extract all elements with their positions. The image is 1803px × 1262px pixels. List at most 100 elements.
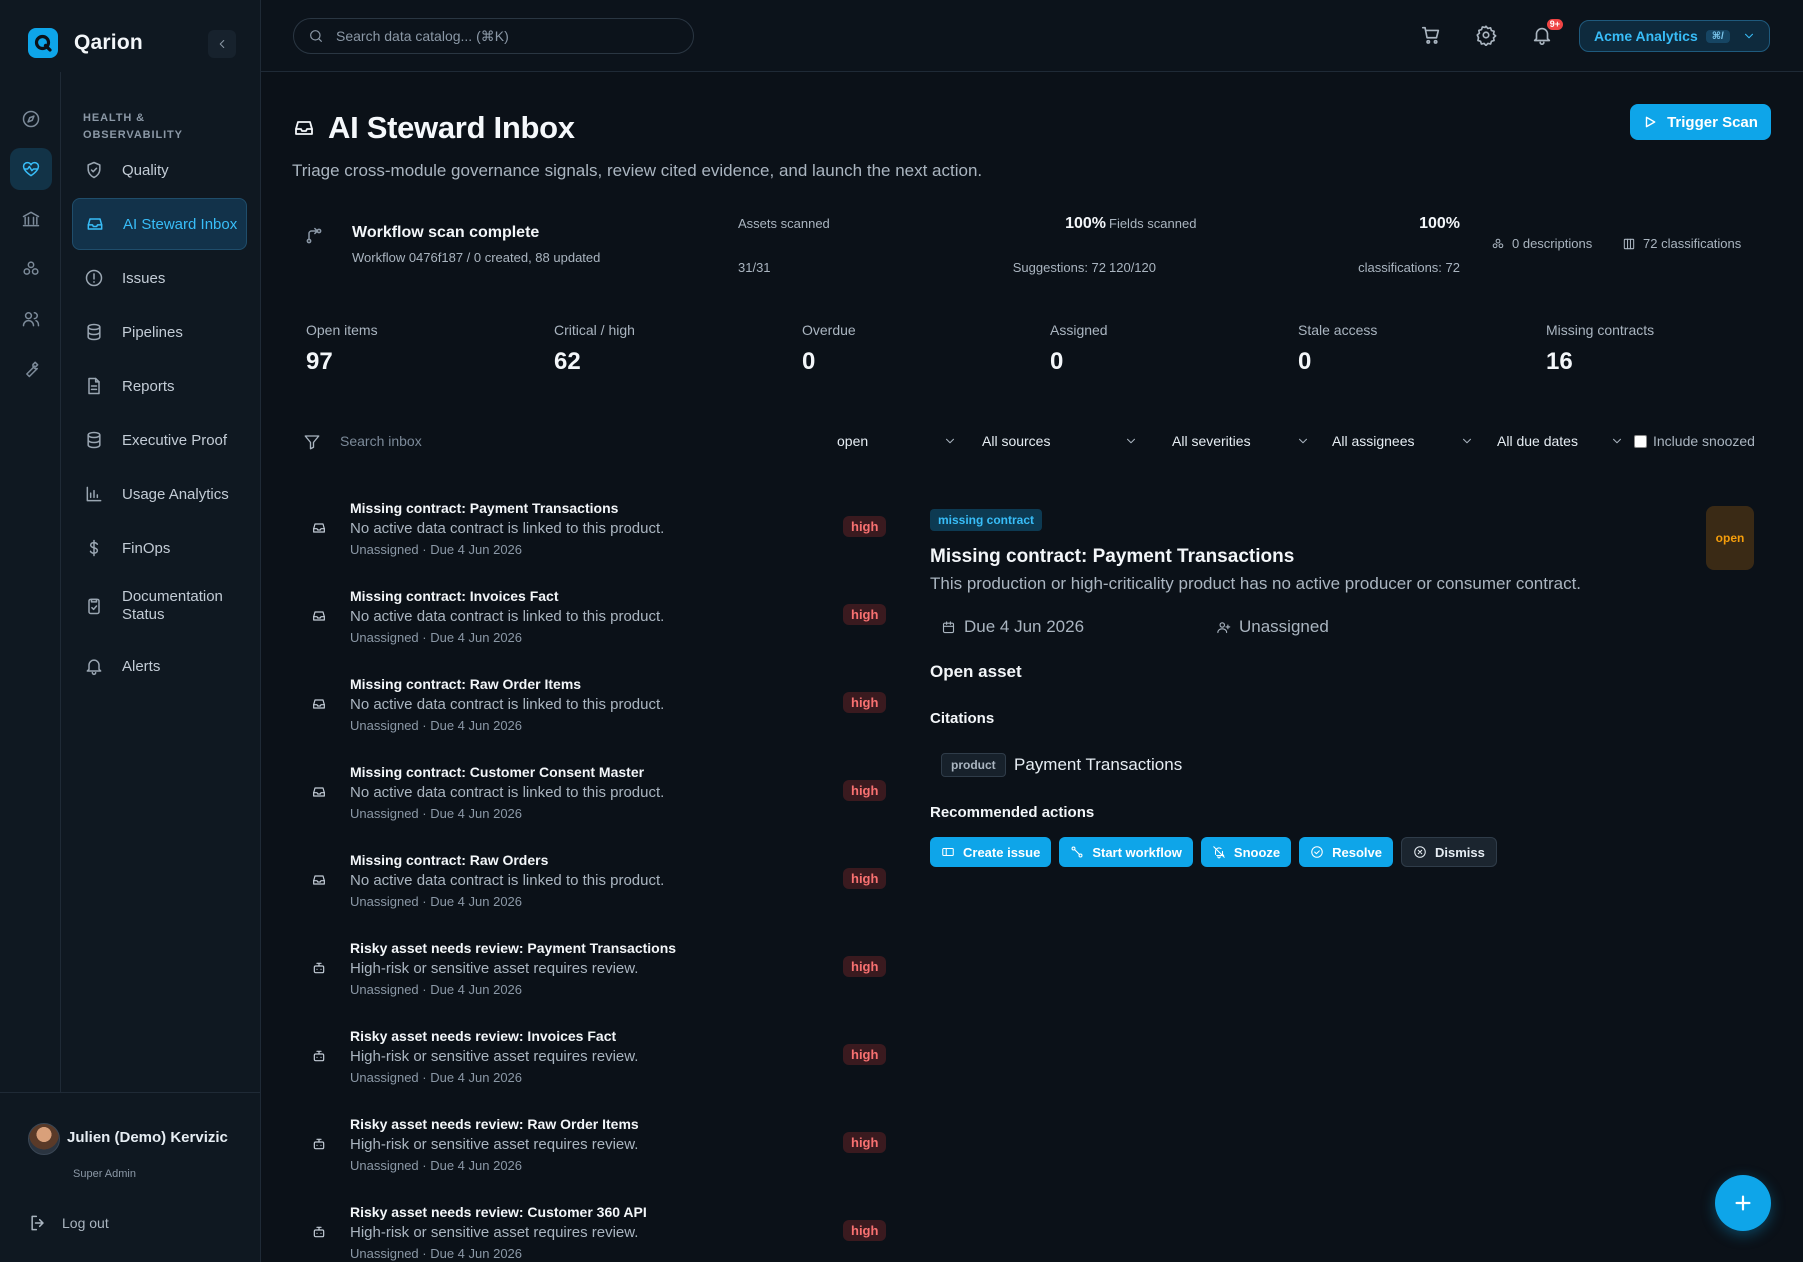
rail-people-button[interactable]: [10, 298, 52, 340]
filter-icon: [304, 435, 320, 450]
include-snoozed-checkbox[interactable]: [1634, 434, 1647, 448]
catalog-search-input[interactable]: Search data catalog... (⌘K): [293, 18, 694, 54]
inbox-search-input[interactable]: Search inbox: [340, 433, 422, 449]
sidebar-item-reports[interactable]: Reports: [72, 362, 247, 410]
status-badge[interactable]: open: [1706, 506, 1754, 570]
detail-description: This production or high-criticality prod…: [930, 574, 1582, 593]
citation-link[interactable]: Payment Transactions: [1014, 755, 1182, 775]
stat-label: Assigned: [1050, 322, 1108, 338]
robot-icon: [313, 1226, 325, 1238]
list-item[interactable]: Missing contract: Raw Order Items No act…: [292, 666, 892, 754]
item-meta: Unassigned · Due 4 Jun 2026: [350, 806, 523, 821]
sidebar-item-pipelines[interactable]: Pipelines: [72, 308, 247, 356]
robot-icon: [313, 962, 325, 974]
item-meta: Unassigned · Due 4 Jun 2026: [350, 1158, 523, 1173]
item-title: Missing contract: Raw Order Items: [350, 676, 582, 692]
list-item[interactable]: Missing contract: Raw Orders No active d…: [292, 842, 892, 930]
severity-badge: high: [843, 692, 887, 713]
grid-nodes-icon: [1492, 238, 1504, 248]
item-meta: Unassigned · Due 4 Jun 2026: [350, 1070, 523, 1085]
logout-button[interactable]: Log out: [28, 1213, 109, 1233]
sidebar-item-label: Issues: [122, 269, 166, 287]
sidebar-item-issues[interactable]: Issues: [72, 254, 247, 302]
item-description: No active data contract is linked to thi…: [350, 872, 665, 889]
status-select[interactable]: open: [837, 433, 957, 449]
bank-icon: [22, 211, 40, 227]
org-switcher[interactable]: Acme Analytics ⌘/: [1579, 20, 1770, 52]
sidebar-item-ai-steward-inbox[interactable]: AI Steward Inbox: [72, 198, 247, 250]
assignees-select[interactable]: All assignees: [1332, 433, 1474, 449]
citation-type-tag: product: [941, 753, 1006, 777]
collapse-sidebar-button[interactable]: [208, 30, 236, 58]
rail-governance-button[interactable]: [10, 198, 52, 240]
columns-icon: [1623, 238, 1635, 249]
include-snoozed-toggle[interactable]: Include snoozed: [1634, 433, 1755, 449]
rail-tools-button[interactable]: [10, 348, 52, 390]
create-issue-button[interactable]: Create issue: [930, 837, 1052, 867]
due-dates-select[interactable]: All due dates: [1497, 433, 1624, 449]
resolve-button[interactable]: Resolve: [1299, 837, 1394, 867]
page-header: AI Steward Inbox: [292, 110, 575, 146]
item-description: No active data contract is linked to thi…: [350, 696, 665, 713]
start-workflow-button[interactable]: Start workflow: [1059, 837, 1193, 867]
sidebar-item-alerts[interactable]: Alerts: [72, 642, 247, 690]
chevron-down-icon: [945, 438, 955, 444]
bell-icon: [86, 659, 102, 676]
assets-suggestions: Suggestions: 72: [1012, 260, 1106, 275]
item-title: Missing contract: Payment Transactions: [350, 500, 619, 516]
sidebar-item-documentation-status[interactable]: Documentation Status: [72, 578, 247, 634]
rail-discover-button[interactable]: [10, 98, 52, 140]
users-icon: [22, 312, 40, 327]
severities-select[interactable]: All severities: [1172, 433, 1310, 449]
stat-assigned: Assigned 0: [1050, 322, 1108, 376]
page-subtitle: Triage cross-module governance signals, …: [292, 161, 983, 180]
user-panel: Julien (Demo) Kervizic Super Admin Log o…: [0, 1092, 261, 1262]
brand[interactable]: Qarion: [28, 28, 143, 58]
descriptions-chip: 0 descriptions: [1491, 236, 1592, 251]
cart-button[interactable]: [1420, 24, 1444, 48]
trigger-scan-button[interactable]: Trigger Scan: [1630, 104, 1771, 140]
chevron-down-icon: [1126, 438, 1136, 444]
sidebar-item-finops[interactable]: FinOps: [72, 524, 247, 572]
sidebar: Qarion HEALTH & OBSERVABILITY Quality AI…: [0, 0, 261, 1262]
avatar[interactable]: [28, 1123, 60, 1155]
stat-label: Critical / high: [554, 322, 635, 338]
list-item[interactable]: Missing contract: Invoices Fact No activ…: [292, 578, 892, 666]
stat-value: 0: [1298, 348, 1312, 375]
notification-badge: 9+: [1546, 19, 1563, 30]
assignee[interactable]: Unassigned: [1216, 617, 1329, 637]
dismiss-button[interactable]: Dismiss: [1401, 837, 1497, 867]
fields-scanned-count: 120/120: [1109, 260, 1156, 275]
database-icon: [87, 323, 101, 341]
rail-health-button[interactable]: [10, 148, 52, 190]
list-item[interactable]: Risky asset needs review: Customer 360 A…: [292, 1194, 892, 1262]
list-item[interactable]: Risky asset needs review: Raw Order Item…: [292, 1106, 892, 1194]
section-label: HEALTH & OBSERVABILITY: [83, 112, 183, 141]
list-item[interactable]: Risky asset needs review: Invoices Fact …: [292, 1018, 892, 1106]
notifications-button[interactable]: 9+: [1531, 19, 1563, 48]
sidebar-item-quality[interactable]: Quality: [72, 146, 247, 194]
sidebar-item-executive-proof[interactable]: Executive Proof: [72, 416, 247, 464]
summary-stats: Open items 97 Critical / high 62 Overdue…: [306, 322, 1786, 382]
org-name: Acme Analytics: [1594, 28, 1698, 44]
sidebar-item-usage-analytics[interactable]: Usage Analytics: [72, 470, 247, 518]
sources-select[interactable]: All sources: [982, 433, 1138, 449]
user-plus-icon: [1217, 621, 1231, 633]
sidebar-item-label: Pipelines: [122, 323, 183, 341]
item-description: No active data contract is linked to thi…: [350, 608, 665, 625]
open-asset-link[interactable]: Open asset: [930, 662, 1022, 682]
stat-missing-contracts: Missing contracts 16: [1546, 322, 1654, 376]
settings-button[interactable]: [1475, 24, 1499, 48]
assets-scanned-count: 31/31: [738, 260, 771, 275]
item-title: Missing contract: Invoices Fact: [350, 588, 559, 604]
alert-circle-icon: [85, 269, 103, 287]
search-placeholder: Search data catalog... (⌘K): [336, 27, 509, 44]
list-item[interactable]: Risky asset needs review: Payment Transa…: [292, 930, 892, 1018]
rail-products-button[interactable]: [10, 248, 52, 290]
recommended-actions: Create issue Start workflow Snooze Resol…: [930, 837, 1497, 867]
list-item[interactable]: Missing contract: Customer Consent Maste…: [292, 754, 892, 842]
list-item[interactable]: Missing contract: Payment Transactions N…: [292, 490, 892, 578]
fab-add-button[interactable]: [1715, 1175, 1771, 1231]
item-title: Risky asset needs review: Raw Order Item…: [350, 1116, 639, 1132]
snooze-button[interactable]: Snooze: [1200, 837, 1292, 867]
